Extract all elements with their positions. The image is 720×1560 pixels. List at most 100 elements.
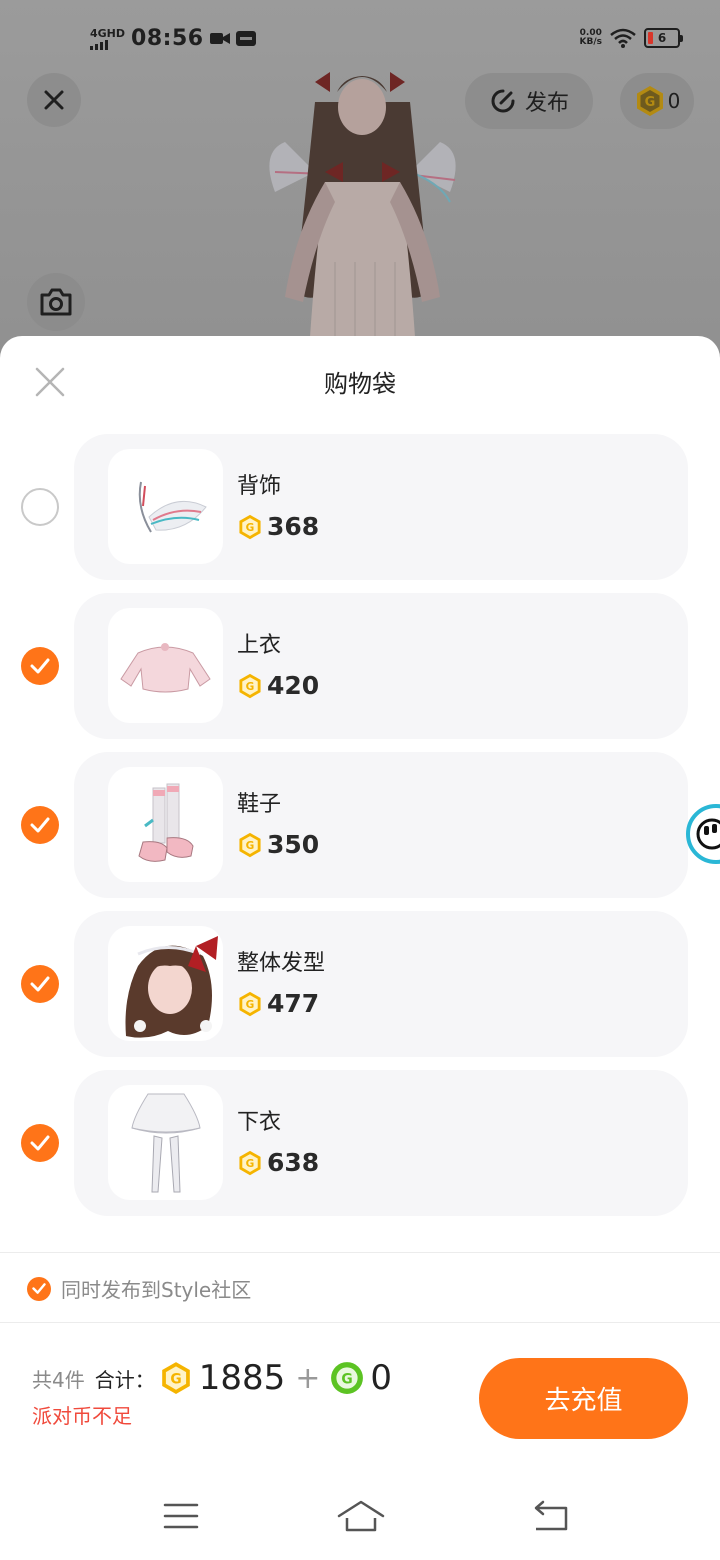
net-speed-unit: KB/s — [579, 37, 602, 47]
sync-checkbox[interactable] — [27, 1276, 51, 1301]
bottom-image — [130, 1093, 201, 1192]
item-price: G 638 — [237, 1148, 319, 1177]
shopping-bag-sheet: 购物袋 背饰 G 368 上衣 G 420 鞋子 G 350 整体发型 G 47… — [0, 336, 720, 1560]
gold-total: 1885 — [198, 1358, 286, 1398]
publish-label: 发布 — [524, 91, 569, 116]
top-image — [120, 642, 211, 692]
close-icon — [44, 90, 64, 110]
check-icon — [30, 658, 50, 674]
insufficient-coins-warning: 派对币不足 — [32, 1404, 132, 1428]
svg-text:G: G — [644, 95, 655, 110]
item-count: 共4件 — [32, 1367, 85, 1392]
gold-coin-icon: G — [239, 1150, 261, 1175]
net-speed: 0.00 KB/s — [580, 29, 602, 47]
battery-icon: 6 — [644, 28, 683, 48]
svg-text:G: G — [342, 1371, 353, 1387]
list-item: 鞋子 G 350 — [0, 752, 720, 898]
camera-button[interactable] — [27, 273, 85, 331]
battery-level: 6 — [657, 31, 667, 45]
menu-nav-button[interactable] — [159, 1498, 203, 1534]
item-price-value: 477 — [267, 989, 320, 1018]
sheet-title: 购物袋 — [324, 370, 396, 398]
total-label: 合计： — [94, 1367, 155, 1392]
svg-text:G: G — [246, 681, 255, 693]
green-total: 0 — [370, 1358, 393, 1398]
item-price: G 477 — [237, 989, 319, 1018]
coin-balance: 0 — [667, 89, 681, 113]
svg-text:G: G — [246, 1158, 255, 1170]
item-price-value: 368 — [267, 512, 320, 541]
gold-coin-icon: G — [239, 991, 261, 1016]
recharge-button[interactable]: 去充值 — [479, 1358, 688, 1439]
wifi-icon — [610, 28, 636, 48]
item-price: G 420 — [237, 671, 319, 700]
green-coin-icon: G — [331, 1362, 364, 1394]
divider — [0, 1322, 720, 1323]
clock: 08:56 — [131, 26, 204, 51]
coin-balance-button[interactable]: G 0 — [620, 73, 694, 129]
item-name: 鞋子 — [237, 792, 282, 817]
system-nav-bar — [0, 1486, 720, 1546]
sync-to-community-toggle[interactable]: 同时发布到Style社区 — [27, 1274, 251, 1303]
gold-coin-icon: G — [239, 514, 261, 539]
item-price: G 368 — [237, 512, 319, 541]
publish-button[interactable]: 发布 — [465, 73, 593, 129]
item-price-value: 638 — [267, 1148, 320, 1177]
network-type: 4GHD — [90, 26, 126, 40]
item-name: 下衣 — [237, 1110, 282, 1135]
item-thumbnail — [108, 449, 223, 564]
item-checkbox[interactable] — [21, 647, 59, 685]
status-left: 4GHD 08:56 — [90, 26, 256, 51]
svg-text:G: G — [246, 840, 255, 852]
check-icon — [32, 1283, 46, 1294]
app-notification-icon — [235, 31, 256, 46]
check-icon — [30, 1135, 50, 1151]
menu-icon — [163, 1503, 199, 1529]
item-card[interactable]: 背饰 G 368 — [74, 434, 688, 580]
item-list: 背饰 G 368 上衣 G 420 鞋子 G 350 整体发型 G 477 下衣… — [0, 434, 720, 1229]
item-checkbox[interactable] — [21, 965, 59, 1003]
item-price-value: 420 — [267, 671, 320, 700]
battery-fill — [648, 32, 653, 44]
list-item: 下衣 G 638 — [0, 1070, 720, 1216]
item-checkbox[interactable] — [21, 806, 59, 844]
status-right: 0.00 KB/s 6 — [580, 28, 683, 48]
item-card[interactable]: 整体发型 G 477 — [74, 911, 688, 1057]
item-name: 上衣 — [237, 633, 282, 658]
item-thumbnail — [108, 926, 223, 1041]
item-card[interactable]: 下衣 G 638 — [74, 1070, 688, 1216]
sync-label: 同时发布到Style社区 — [61, 1278, 252, 1302]
item-thumbnail — [108, 1085, 223, 1200]
svg-text:G: G — [246, 522, 255, 534]
back-nav-button[interactable] — [528, 1498, 572, 1534]
status-bar: 4GHD 08:56 0.00 KB/s 6 — [0, 0, 720, 80]
list-item: 整体发型 G 477 — [0, 911, 720, 1057]
publish-icon — [491, 89, 515, 113]
item-price: G 350 — [237, 830, 319, 859]
gold-coin-icon: G — [239, 832, 261, 857]
network-indicator: 4GHD — [90, 28, 125, 50]
item-price-value: 350 — [267, 830, 320, 859]
summary-line: 共4件 合计： G 1885 + G 0 — [32, 1358, 462, 1398]
assistant-face-icon — [696, 818, 720, 850]
item-thumbnail — [108, 767, 223, 882]
home-nav-button[interactable] — [336, 1498, 386, 1534]
item-card[interactable]: 鞋子 G 350 — [74, 752, 688, 898]
avatar-figure — [269, 72, 456, 337]
item-name: 背饰 — [237, 474, 282, 499]
signal-icon — [90, 39, 108, 50]
order-summary: 共4件 合计： G 1885 + G 0 派对币不足 — [32, 1358, 462, 1429]
back-accessory-image — [138, 481, 207, 533]
svg-text:G: G — [170, 1371, 181, 1387]
gold-coin-icon: G — [161, 1362, 190, 1394]
check-icon — [30, 817, 50, 833]
list-item: 上衣 G 420 — [0, 593, 720, 739]
editor-close-button[interactable] — [27, 73, 81, 127]
back-icon — [534, 1500, 568, 1531]
item-checkbox[interactable] — [21, 488, 59, 526]
gold-coin-icon: G — [636, 86, 663, 116]
item-thumbnail — [108, 608, 223, 723]
svg-text:G: G — [246, 999, 255, 1011]
item-checkbox[interactable] — [21, 1124, 59, 1162]
item-card[interactable]: 上衣 G 420 — [74, 593, 688, 739]
